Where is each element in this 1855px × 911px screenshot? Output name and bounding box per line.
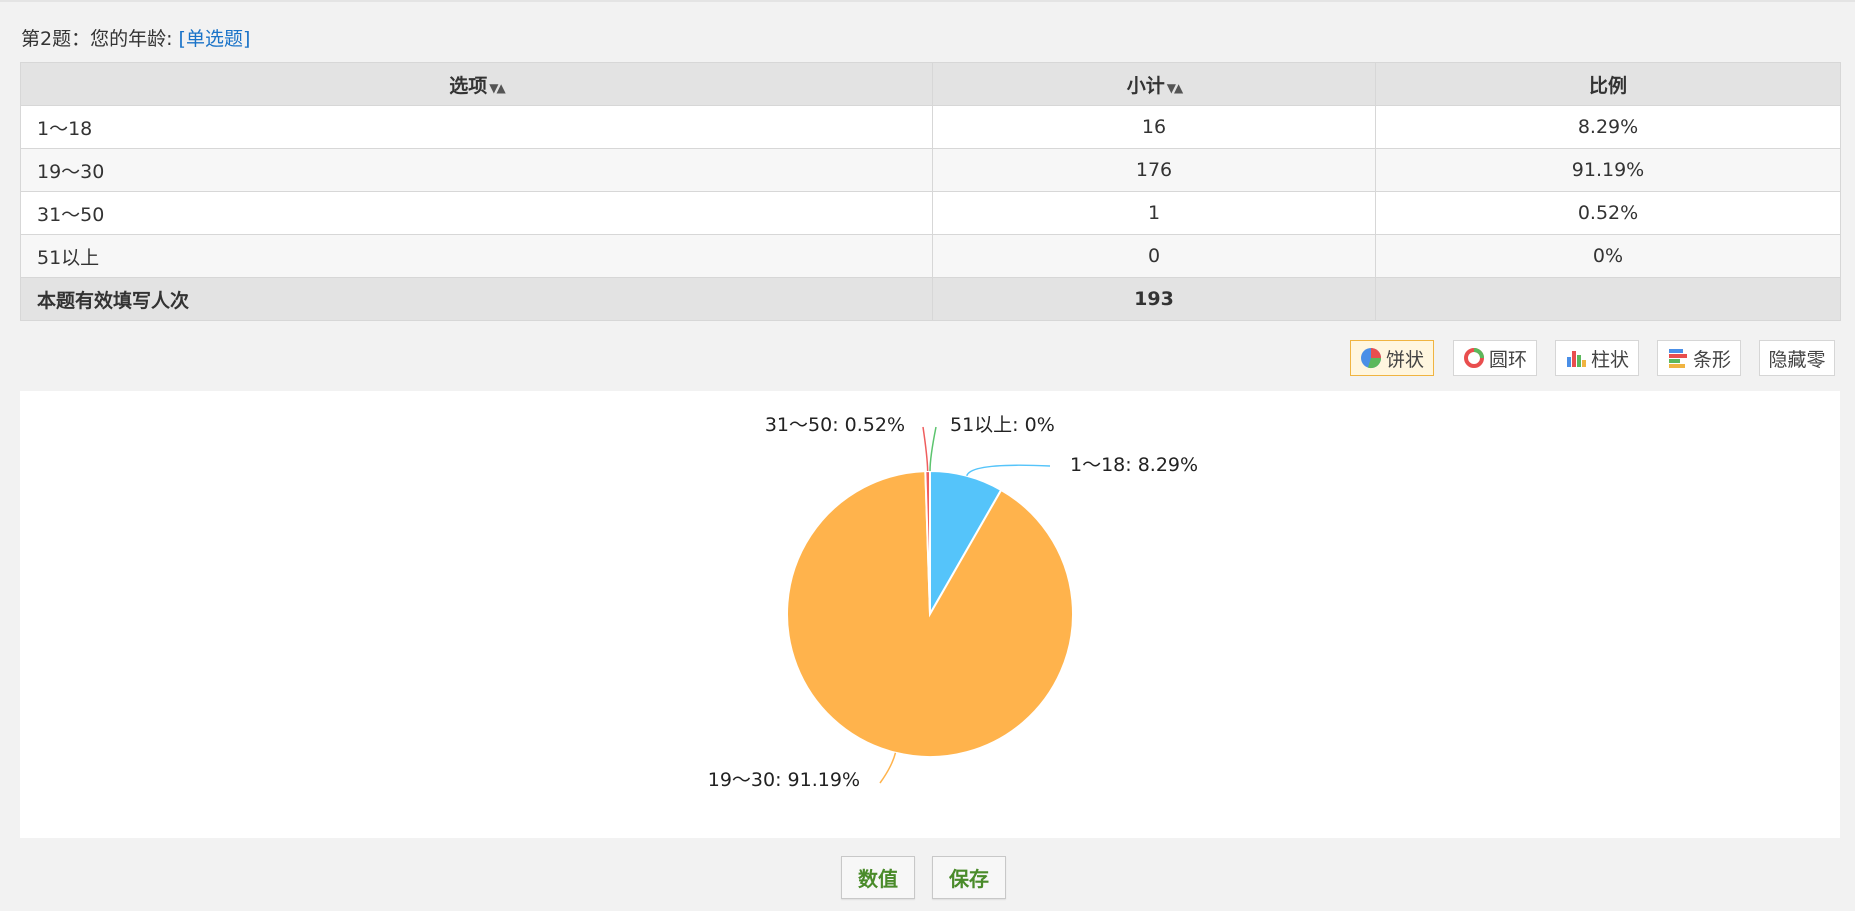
cell-ratio: 0.52% bbox=[1375, 191, 1841, 235]
table-header-row: 选项 ▼▲ 小计 ▼▲ 比例 bbox=[20, 62, 1841, 106]
cell-count: 16 bbox=[932, 105, 1376, 149]
pie-data-label: 19～30: 91.19% bbox=[708, 769, 860, 791]
column-header-count[interactable]: 小计 ▼▲ bbox=[932, 62, 1376, 106]
cell-option: 31～50 bbox=[20, 191, 933, 235]
pie-label-connector bbox=[966, 464, 1051, 477]
cell-count: 1 bbox=[932, 191, 1376, 235]
total-count: 193 bbox=[932, 277, 1376, 321]
bar-chart-button[interactable]: 条形 bbox=[1657, 340, 1741, 376]
cell-count: 0 bbox=[932, 234, 1376, 278]
cell-option: 51以上 bbox=[20, 234, 933, 278]
table-row: 19～30 176 91.19% bbox=[20, 148, 1841, 192]
top-divider bbox=[0, 0, 1855, 2]
table-total-row: 本题有效填写人次 193 bbox=[20, 277, 1841, 321]
pie-chart-icon bbox=[1360, 348, 1381, 369]
sort-icon[interactable]: ▼▲ bbox=[1167, 81, 1184, 95]
donut-chart-button[interactable]: 圆环 bbox=[1453, 340, 1537, 376]
cell-ratio: 0% bbox=[1375, 234, 1841, 278]
cell-ratio: 8.29% bbox=[1375, 105, 1841, 149]
save-button[interactable]: 保存 bbox=[932, 856, 1006, 899]
bar-chart-icon bbox=[1668, 349, 1687, 368]
table-row: 31～50 1 0.52% bbox=[20, 191, 1841, 235]
donut-chart-label: 圆环 bbox=[1488, 348, 1527, 371]
pie-label-connector bbox=[879, 752, 897, 784]
column-chart-icon bbox=[1566, 351, 1586, 367]
pie-data-label: 31～50: 0.52% bbox=[765, 414, 905, 436]
pie-label-connector bbox=[929, 426, 937, 472]
question-title: 第2题：您的年龄: [单选题] bbox=[21, 24, 250, 51]
hide-zero-button[interactable]: 隐藏零 bbox=[1759, 340, 1835, 376]
pie-chart: 1～18: 8.29% 19～30: 91.19% 31～50: 0.52% 51以上… bbox=[708, 414, 1198, 791]
table-row: 51以上 0 0% bbox=[20, 234, 1841, 278]
cell-count: 176 bbox=[932, 148, 1376, 192]
donut-chart-icon bbox=[1463, 348, 1484, 368]
column-header-ratio: 比例 bbox=[1375, 62, 1841, 106]
question-label: 第2题：您的年龄: bbox=[21, 28, 173, 50]
bar-chart-label: 条形 bbox=[1692, 348, 1731, 371]
chart-type-toolbar: 饼状 圆环 柱状 条形 隐藏零 bbox=[1350, 340, 1840, 378]
column-chart-button[interactable]: 柱状 bbox=[1555, 340, 1639, 376]
pie-chart-button[interactable]: 饼状 bbox=[1350, 340, 1434, 376]
result-table: 选项 ▼▲ 小计 ▼▲ 比例 1～18 16 8.29% 19～30 176 91.… bbox=[20, 62, 1841, 321]
pie-chart-label: 饼状 bbox=[1385, 348, 1424, 371]
cell-option: 19～30 bbox=[20, 148, 933, 192]
table-row: 1～18 16 8.29% bbox=[20, 105, 1841, 149]
show-values-button[interactable]: 数值 bbox=[841, 856, 915, 899]
chart-panel: 1～18: 8.29% 19～30: 91.19% 31～50: 0.52% 51以上… bbox=[20, 391, 1840, 838]
sort-icon[interactable]: ▼▲ bbox=[489, 81, 506, 95]
pie-data-label: 51以上: 0% bbox=[950, 414, 1055, 436]
column-chart-label: 柱状 bbox=[1590, 348, 1629, 371]
question-type-link[interactable]: [单选题] bbox=[179, 28, 251, 50]
cell-option: 1～18 bbox=[20, 105, 933, 149]
cell-ratio: 91.19% bbox=[1375, 148, 1841, 192]
pie-label-connector bbox=[922, 426, 929, 472]
hide-zero-label: 隐藏零 bbox=[1768, 348, 1826, 371]
pie-data-label: 1～18: 8.29% bbox=[1070, 454, 1198, 476]
total-empty bbox=[1375, 277, 1841, 321]
total-label: 本题有效填写人次 bbox=[20, 277, 933, 321]
column-header-option[interactable]: 选项 ▼▲ bbox=[20, 62, 933, 106]
